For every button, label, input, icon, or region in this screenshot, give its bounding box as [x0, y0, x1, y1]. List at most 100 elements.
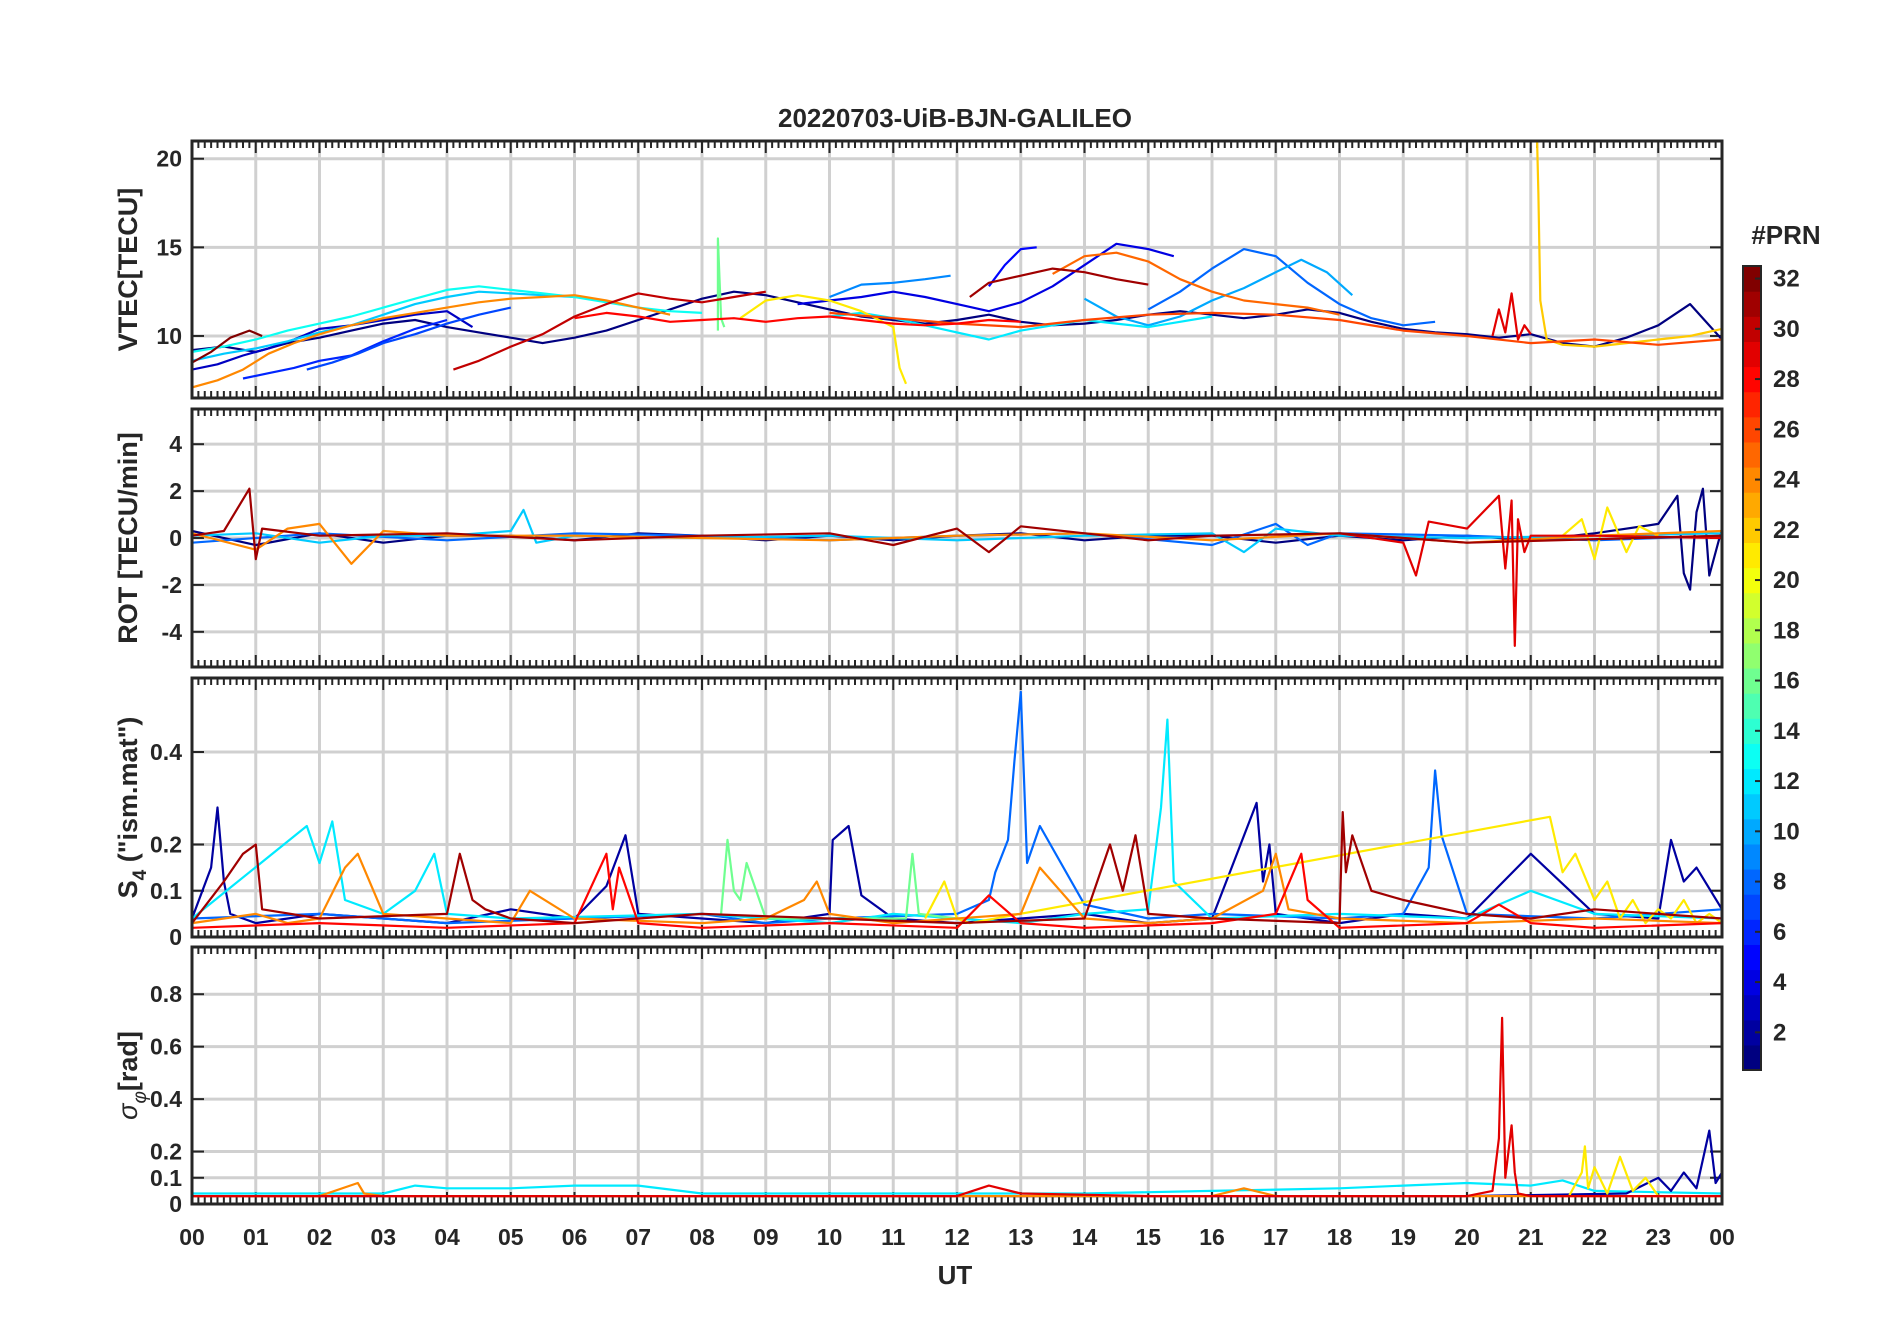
colorbar-tick-label: 22	[1773, 517, 1800, 544]
y-tick-label: 20	[156, 146, 182, 172]
colorbar-tick-label: 10	[1773, 818, 1800, 845]
colorbar-tick-label: 6	[1773, 919, 1786, 946]
colorbar-tick-label: 26	[1773, 416, 1800, 443]
x-tick-label: 14	[1072, 1224, 1098, 1250]
x-tick-label: 10	[817, 1224, 843, 1250]
y-axis-label-main: σ	[113, 1102, 143, 1120]
x-tick-label: 15	[1135, 1224, 1161, 1250]
x-tick-label: 17	[1263, 1224, 1289, 1250]
y-tick-label: -4	[162, 619, 183, 645]
colorbar-swatch	[1743, 693, 1761, 719]
colorbar-tick-label: 24	[1773, 467, 1800, 494]
y-tick-label: 0.1	[150, 878, 182, 904]
colorbar-swatch	[1743, 542, 1761, 569]
y-axis-label: ROT [TECU/min]	[113, 432, 143, 643]
y-axis-label-rest: ("ism.mat")	[113, 717, 143, 870]
colorbar-tick-label: 14	[1773, 718, 1800, 745]
colorbar: 2468101214161820222426283032	[1742, 265, 1800, 1071]
series-prn-21	[1568, 1145, 1660, 1197]
x-tick-label: 19	[1390, 1224, 1416, 1250]
colorbar-swatch	[1743, 843, 1761, 870]
colorbar-swatch	[1743, 1044, 1761, 1071]
series-prn-29	[1491, 292, 1532, 341]
colorbar-tick-label: 16	[1773, 668, 1800, 695]
y-tick-label: 0	[169, 924, 182, 950]
y-tick-label: 2	[169, 478, 182, 504]
x-tick-label: 09	[753, 1224, 779, 1250]
x-tick-label: 01	[243, 1224, 269, 1250]
panel-vtec: 10 15 20 VTEC[TECU]	[113, 139, 1724, 400]
y-tick-label: -2	[162, 572, 182, 598]
x-axis-label: UT	[938, 1260, 973, 1290]
y-tick-label: 4	[169, 431, 182, 457]
y-axis-label: σφ[rad]	[113, 1031, 151, 1120]
y-axis-label-sub: φ	[130, 1091, 151, 1103]
y-tick-label: 0.2	[150, 1139, 182, 1165]
colorbar-swatch	[1743, 793, 1761, 820]
x-tick-label: 20	[1454, 1224, 1480, 1250]
panel-rot: -4 -2 0 2 4 ROT [TECU/min]	[113, 407, 1724, 669]
y-axis-label-main: S	[113, 880, 143, 898]
y-axis-label-rest: [rad]	[113, 1031, 143, 1091]
x-tick-label: 21	[1518, 1224, 1544, 1250]
colorbar-tick-label: 32	[1773, 266, 1800, 293]
x-tick-label: 06	[562, 1224, 588, 1250]
colorbar-swatch	[1743, 642, 1761, 669]
x-tick-label: 22	[1582, 1224, 1608, 1250]
x-tick-label: 12	[944, 1224, 970, 1250]
y-axis-label-sub: 4	[130, 869, 151, 880]
y-tick-label: 0.6	[150, 1034, 182, 1060]
series-prn-22	[1536, 141, 1722, 348]
colorbar-tick-label: 20	[1773, 567, 1800, 594]
colorbar-swatch	[1743, 341, 1761, 368]
x-tick-label: 18	[1327, 1224, 1353, 1250]
x-tick-label: 02	[307, 1224, 333, 1250]
chart-figure: 20220703-UiB-BJN-GALILEO 101520VTEC[TECU…	[113, 103, 1821, 1290]
panel-s4: 00.10.20.4S4 ("ism.mat")	[113, 676, 1724, 950]
y-tick-label: 0	[169, 1191, 182, 1217]
y-tick-label: 0.1	[150, 1165, 182, 1191]
series-prn-9	[829, 274, 951, 299]
colorbar-tick-label: 2	[1773, 1019, 1786, 1046]
colorbar-swatch	[1743, 492, 1761, 518]
colorbar-swatch	[1743, 894, 1761, 920]
colorbar-title: #PRN	[1751, 220, 1820, 250]
colorbar-swatch	[1743, 291, 1761, 317]
colorbar-swatch	[1743, 391, 1761, 418]
chart-title: 20220703-UiB-BJN-GALILEO	[778, 103, 1132, 133]
x-tick-label: 16	[1199, 1224, 1225, 1250]
colorbar-tick-label: 30	[1773, 316, 1800, 343]
panels-group: 101520VTEC[TECU]-4-2024ROT [TECU/min]00.…	[113, 139, 1724, 1217]
y-tick-label: 15	[156, 234, 182, 260]
colorbar-tick-label: 8	[1773, 869, 1786, 896]
y-tick-label: 0.2	[150, 832, 182, 858]
x-tick-label: 13	[1008, 1224, 1034, 1250]
panel-sigma_phi: 00.10.2 0.4 0.6 0.8 σφ[rad]	[113, 945, 1724, 1217]
x-tick-label: 04	[434, 1224, 460, 1250]
series-prn-16	[720, 838, 958, 920]
x-tick-label: 00	[179, 1224, 205, 1250]
colorbar-swatch	[1743, 743, 1761, 770]
series-prn-6	[242, 318, 448, 380]
y-tick-label: 0.4	[150, 1086, 182, 1112]
colorbar-swatch	[1743, 441, 1761, 468]
x-tick-labels: 00 01 02 03 04 05 06 07 08 09 10 11 12 13 14 15 16 17 18 19…	[179, 1224, 1735, 1250]
y-axis-label: VTEC[TECU]	[113, 188, 143, 352]
colorbar-swatch	[1743, 994, 1761, 1021]
x-tick-label: 05	[498, 1224, 524, 1250]
y-axis-label: S4 ("ism.mat")	[113, 717, 151, 899]
x-tick-label: 00	[1709, 1224, 1735, 1250]
series-prn-16	[716, 237, 726, 331]
y-tick-label: 0.4	[150, 739, 182, 765]
colorbar-tick-label: 28	[1773, 366, 1800, 393]
y-tick-label: 0	[169, 525, 182, 551]
colorbar-swatch	[1743, 944, 1761, 971]
x-tick-label: 11	[881, 1224, 906, 1250]
y-tick-label: 0.8	[150, 981, 182, 1007]
x-tick-label: 03	[370, 1224, 396, 1250]
colorbar-tick-label: 4	[1773, 969, 1787, 996]
colorbar-tick-label: 12	[1773, 768, 1800, 795]
x-tick-label: 07	[625, 1224, 651, 1250]
y-tick-label: 10	[156, 323, 182, 349]
x-tick-label: 23	[1645, 1224, 1671, 1250]
